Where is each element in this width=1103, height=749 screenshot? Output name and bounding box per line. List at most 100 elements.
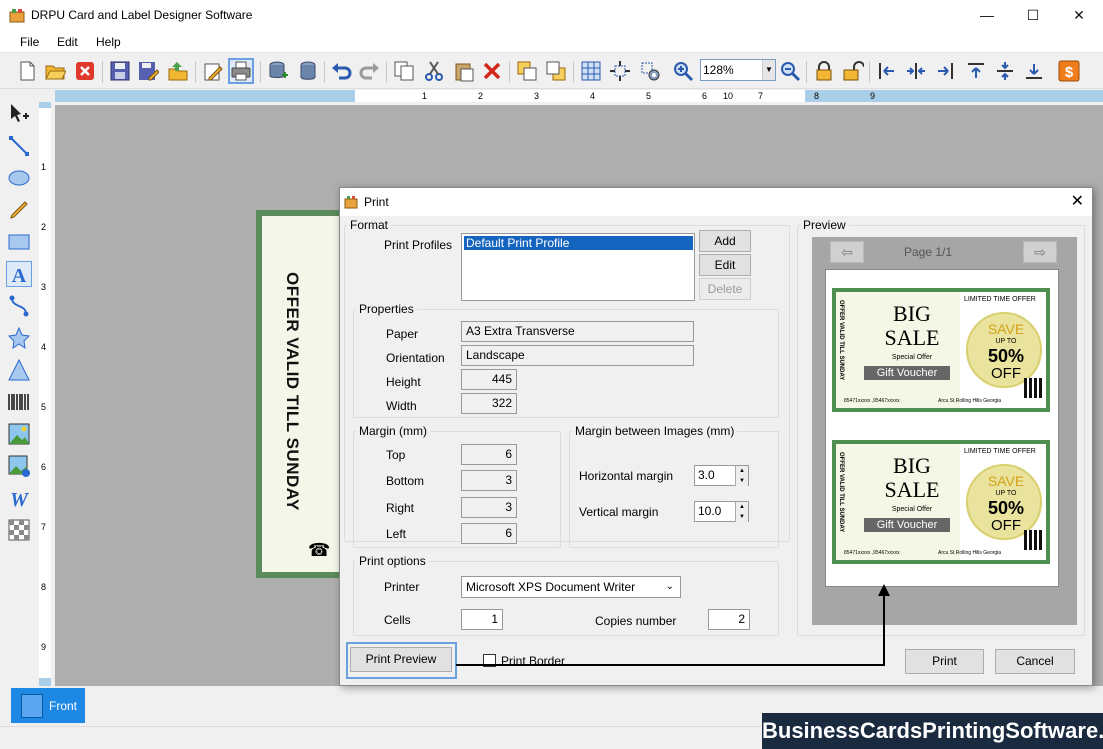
drawing-tools: A W <box>0 90 36 686</box>
line-tool-icon[interactable] <box>6 133 32 159</box>
paper-field: A3 Extra Transverse <box>461 321 694 342</box>
print-button[interactable]: Print <box>905 649 984 674</box>
save-as-icon[interactable] <box>135 58 161 84</box>
right-margin-field[interactable]: 3 <box>461 497 517 518</box>
align-right-icon[interactable] <box>932 58 958 84</box>
copies-input[interactable]: 2 <box>708 609 750 630</box>
maximize-button[interactable]: ☐ <box>1010 0 1056 31</box>
copies-label: Copies number <box>595 614 677 628</box>
bottom-margin-field[interactable]: 3 <box>461 470 517 491</box>
app-icon <box>9 9 25 23</box>
send-back-icon[interactable] <box>543 58 569 84</box>
cells-input[interactable]: 1 <box>461 609 503 630</box>
spinner-down-icon[interactable]: ▼ <box>735 476 748 486</box>
print-preview-button[interactable]: Print Preview <box>350 647 452 672</box>
text-tool-icon[interactable]: A <box>6 261 32 287</box>
new-file-icon[interactable] <box>14 58 40 84</box>
phone-icon[interactable]: ☎ <box>308 540 330 561</box>
zoom-combo[interactable]: ▼ <box>700 59 776 81</box>
title-bar: DRPU Card and Label Designer Software — … <box>0 0 1103 31</box>
left-margin-label: Left <box>386 527 407 541</box>
ruler-mark: 1 <box>422 91 428 101</box>
buy-dollar-icon[interactable]: $ <box>1056 58 1082 84</box>
previous-page-icon[interactable]: ⇦ <box>830 241 864 263</box>
card-offer-text[interactable]: OFFER VALID TILL SUNDAY <box>282 272 302 511</box>
paste-icon[interactable] <box>451 58 477 84</box>
edit-button[interactable]: Edit <box>699 254 751 276</box>
grid-icon[interactable] <box>578 58 604 84</box>
image-library-icon[interactable] <box>6 453 32 479</box>
database-add-icon[interactable] <box>265 58 291 84</box>
spinner-down-icon[interactable]: ▼ <box>735 512 748 522</box>
cancel-button[interactable]: Cancel <box>995 649 1075 674</box>
select-pointer-icon[interactable] <box>6 101 32 127</box>
bring-front-icon[interactable] <box>514 58 540 84</box>
menu-edit[interactable]: Edit <box>57 35 78 49</box>
barcode-tool-icon[interactable] <box>6 389 32 415</box>
top-margin-field[interactable]: 6 <box>461 444 517 465</box>
settings-icon[interactable] <box>637 58 663 84</box>
ruler-mark: 1 <box>41 162 47 172</box>
printer-select[interactable]: Microsoft XPS Document Writer ⌄ <box>461 576 681 598</box>
menu-help[interactable]: Help <box>96 35 121 49</box>
lock-icon[interactable] <box>811 58 837 84</box>
print-profiles-list[interactable]: Default Print Profile <box>461 233 695 301</box>
menu-file[interactable]: File <box>20 35 39 49</box>
save-icon[interactable] <box>107 58 133 84</box>
copy-icon[interactable] <box>391 58 417 84</box>
zoom-out-icon[interactable] <box>777 58 803 84</box>
triangle-tool-icon[interactable] <box>6 357 32 383</box>
redo-icon[interactable] <box>357 58 383 84</box>
database-icon[interactable] <box>295 58 321 84</box>
orientation-field: Landscape <box>461 345 694 366</box>
zoom-in-icon[interactable] <box>670 58 696 84</box>
next-page-icon[interactable]: ⇨ <box>1023 241 1057 263</box>
rectangle-tool-icon[interactable] <box>6 229 32 255</box>
unlock-icon[interactable] <box>840 58 866 84</box>
align-middle-icon[interactable] <box>992 58 1018 84</box>
spinner-up-icon[interactable]: ▲ <box>735 466 748 476</box>
pattern-tool-icon[interactable] <box>6 517 32 543</box>
voucher-preview: OFFER VALID TILL SUNDAY BIG SALE Special … <box>832 440 1050 564</box>
close-button[interactable]: ✕ <box>1056 0 1102 31</box>
word-art-icon[interactable]: W <box>6 485 32 511</box>
star-tool-icon[interactable] <box>6 325 32 351</box>
image-tool-icon[interactable] <box>6 421 32 447</box>
open-folder-icon[interactable] <box>42 58 68 84</box>
ruler-mark: 2 <box>478 91 484 101</box>
zoom-input[interactable] <box>703 62 763 78</box>
undo-icon[interactable] <box>328 58 354 84</box>
close-file-icon[interactable] <box>72 58 98 84</box>
cut-icon[interactable] <box>421 58 447 84</box>
dialog-close-icon[interactable]: ✕ <box>1071 191 1084 211</box>
ruler-mark: 7 <box>41 522 47 532</box>
ruler-mark: 6 <box>702 91 708 101</box>
horizontal-margin-spinner[interactable]: 3.0 ▲ ▼ <box>694 465 749 486</box>
ellipse-tool-icon[interactable] <box>6 165 32 191</box>
align-bottom-icon[interactable] <box>1021 58 1047 84</box>
horizontal-margin-value: 3.0 <box>698 468 715 482</box>
align-top-icon[interactable] <box>963 58 989 84</box>
delete-icon[interactable] <box>479 58 505 84</box>
pencil-tool-icon[interactable] <box>6 197 32 223</box>
minimize-button[interactable]: — <box>964 0 1010 31</box>
print-border-checkbox[interactable] <box>483 654 496 667</box>
spinner-up-icon[interactable]: ▲ <box>735 502 748 512</box>
align-center-icon[interactable] <box>903 58 929 84</box>
list-item[interactable]: Default Print Profile <box>464 236 693 250</box>
curve-tool-icon[interactable] <box>6 293 32 319</box>
print-icon[interactable] <box>228 58 254 84</box>
add-button[interactable]: Add <box>699 230 751 252</box>
width-field: 322 <box>461 393 517 414</box>
preview-legend: Preview <box>803 218 846 232</box>
bottom-margin-label: Bottom <box>386 474 425 488</box>
center-align-icon[interactable] <box>607 58 633 84</box>
left-margin-field[interactable]: 6 <box>461 523 517 544</box>
align-left-icon[interactable] <box>874 58 900 84</box>
edit-properties-icon[interactable] <box>200 58 226 84</box>
export-icon[interactable] <box>165 58 191 84</box>
vertical-margin-spinner[interactable]: 10.0 ▲ ▼ <box>694 501 749 522</box>
delete-button[interactable]: Delete <box>699 278 751 300</box>
zoom-dropdown-icon[interactable]: ▼ <box>762 60 775 80</box>
tab-front[interactable]: Front <box>11 688 85 723</box>
